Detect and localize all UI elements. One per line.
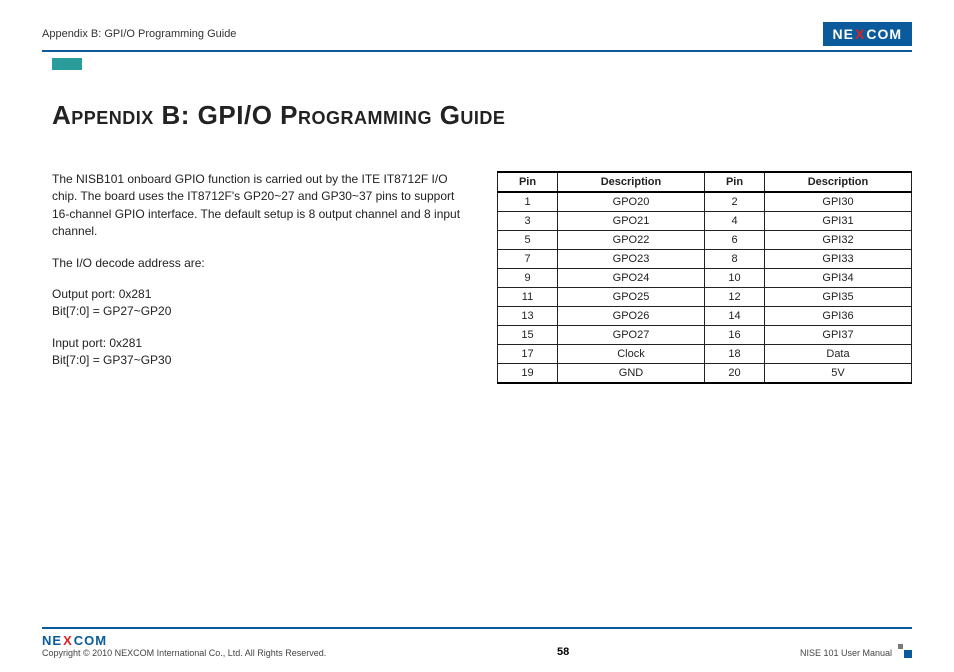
table-cell: GPI36 <box>765 307 912 326</box>
table-row: 3GPO214GPI31 <box>498 212 912 231</box>
table-row: 11GPO2512GPI35 <box>498 288 912 307</box>
col-desc-b: Description <box>765 172 912 192</box>
table-cell: 2 <box>705 192 765 212</box>
table-cell: GPI35 <box>765 288 912 307</box>
logo-part-x: X <box>855 26 865 42</box>
table-cell: GPI33 <box>765 250 912 269</box>
table-cell: GPO24 <box>558 269 705 288</box>
table-cell: GPI37 <box>765 326 912 345</box>
breadcrumb: Appendix B: GPI/O Programming Guide <box>42 28 236 40</box>
table-cell: 10 <box>705 269 765 288</box>
table-cell: GPO23 <box>558 250 705 269</box>
table-cell: GND <box>558 364 705 384</box>
intro-paragraph: The NISB101 onboard GPIO function is car… <box>52 171 467 241</box>
footer-rule <box>42 627 912 629</box>
table-cell: 3 <box>498 212 558 231</box>
output-port-line: Output port: 0x281 <box>52 287 151 301</box>
table-header-row: Pin Description Pin Description <box>498 172 912 192</box>
table-row: 7GPO238GPI33 <box>498 250 912 269</box>
table-cell: GPO21 <box>558 212 705 231</box>
footer-logo-left: NE <box>42 633 62 648</box>
footer-logo-x: X <box>63 633 73 648</box>
table-cell: GPO20 <box>558 192 705 212</box>
output-port-block: Output port: 0x281 Bit[7:0] = GP27~GP20 <box>52 286 467 321</box>
table-row: 17Clock18Data <box>498 345 912 364</box>
col-pin-a: Pin <box>498 172 558 192</box>
corner-mark-icon <box>898 644 912 658</box>
page-header: Appendix B: GPI/O Programming Guide NEXC… <box>42 20 912 48</box>
col-desc-a: Description <box>558 172 705 192</box>
table-cell: 14 <box>705 307 765 326</box>
output-port-bits: Bit[7:0] = GP27~GP20 <box>52 304 171 318</box>
col-pin-b: Pin <box>705 172 765 192</box>
body-text-column: The NISB101 onboard GPIO function is car… <box>52 171 467 384</box>
pin-table-column: Pin Description Pin Description 1GPO202G… <box>497 171 912 384</box>
table-cell: Clock <box>558 345 705 364</box>
table-cell: GPO26 <box>558 307 705 326</box>
table-cell: 18 <box>705 345 765 364</box>
page-footer: NEXCOM Copyright © 2010 NEXCOM Internati… <box>42 627 912 658</box>
table-row: 19GND205V <box>498 364 912 384</box>
input-port-bits: Bit[7:0] = GP37~GP30 <box>52 353 171 367</box>
footer-logo: NEXCOM <box>42 633 326 648</box>
table-cell: 5V <box>765 364 912 384</box>
table-cell: GPI31 <box>765 212 912 231</box>
header-rule <box>42 50 912 52</box>
decode-address-label: The I/O decode address are: <box>52 255 467 272</box>
table-cell: 17 <box>498 345 558 364</box>
table-row: 15GPO2716GPI37 <box>498 326 912 345</box>
table-cell: 1 <box>498 192 558 212</box>
table-cell: GPO27 <box>558 326 705 345</box>
table-cell: 19 <box>498 364 558 384</box>
table-cell: 4 <box>705 212 765 231</box>
table-cell: 12 <box>705 288 765 307</box>
input-port-line: Input port: 0x281 <box>52 336 142 350</box>
footer-left: NEXCOM Copyright © 2010 NEXCOM Internati… <box>42 633 326 658</box>
table-cell: 9 <box>498 269 558 288</box>
table-cell: 20 <box>705 364 765 384</box>
table-row: 1GPO202GPI30 <box>498 192 912 212</box>
content-area: The NISB101 onboard GPIO function is car… <box>42 171 912 384</box>
table-cell: 16 <box>705 326 765 345</box>
table-cell: 5 <box>498 231 558 250</box>
table-cell: GPI34 <box>765 269 912 288</box>
table-cell: 6 <box>705 231 765 250</box>
footer-right: NISE 101 User Manual <box>800 644 912 658</box>
section-tab-marker <box>52 58 82 70</box>
page-number: 58 <box>557 646 569 658</box>
table-cell: 8 <box>705 250 765 269</box>
table-cell: Data <box>765 345 912 364</box>
page-title: Appendix B: GPI/O Programming Guide <box>52 100 912 131</box>
table-cell: GPO22 <box>558 231 705 250</box>
input-port-block: Input port: 0x281 Bit[7:0] = GP37~GP30 <box>52 335 467 370</box>
table-cell: 15 <box>498 326 558 345</box>
logo-part-right: COM <box>866 26 902 42</box>
copyright-text: Copyright © 2010 NEXCOM International Co… <box>42 648 326 658</box>
table-cell: 11 <box>498 288 558 307</box>
table-row: 9GPO2410GPI34 <box>498 269 912 288</box>
footer-logo-right: COM <box>74 633 107 648</box>
manual-name: NISE 101 User Manual <box>800 648 892 658</box>
brand-logo: NEXCOM <box>823 22 912 46</box>
table-row: 5GPO226GPI32 <box>498 231 912 250</box>
table-cell: 13 <box>498 307 558 326</box>
table-cell: GPO25 <box>558 288 705 307</box>
table-cell: 7 <box>498 250 558 269</box>
logo-part-left: NE <box>833 26 854 42</box>
table-cell: GPI32 <box>765 231 912 250</box>
pin-description-table: Pin Description Pin Description 1GPO202G… <box>497 171 912 384</box>
table-cell: GPI30 <box>765 192 912 212</box>
table-row: 13GPO2614GPI36 <box>498 307 912 326</box>
